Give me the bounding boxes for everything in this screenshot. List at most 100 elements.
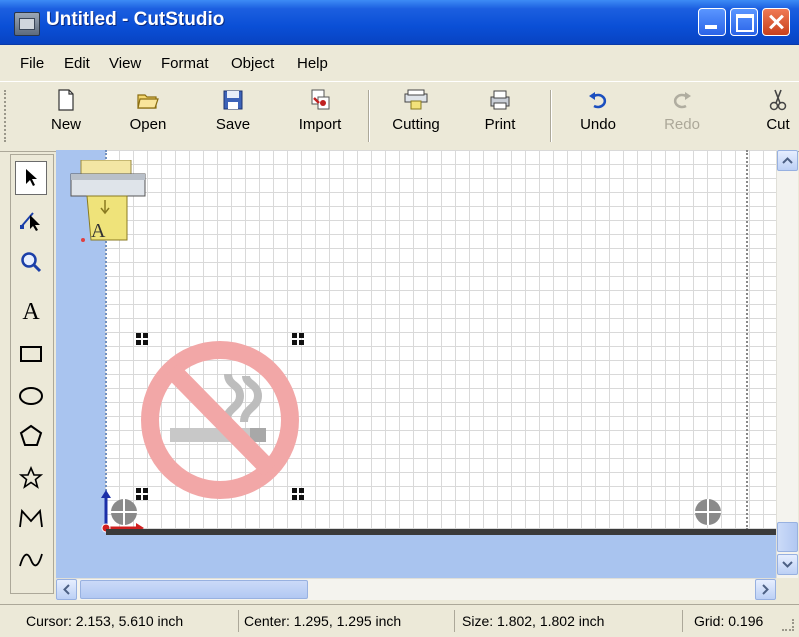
scrollbar-corner	[776, 578, 797, 599]
save-label: Save	[215, 116, 251, 133]
chevron-left-icon	[63, 584, 70, 595]
toolbar-grip[interactable]	[4, 90, 10, 142]
minimize-button[interactable]	[698, 8, 726, 36]
cut-label: Cut	[766, 116, 790, 133]
toolbar-separator	[368, 90, 370, 142]
crosshair-icon	[111, 499, 137, 525]
scroll-up-button[interactable]	[777, 150, 798, 171]
save-button[interactable]: Save	[205, 88, 261, 144]
object-size: Size: 1.802, 1.802 inch	[458, 610, 683, 632]
star-tool[interactable]	[15, 461, 47, 495]
polyline-tool[interactable]	[15, 501, 47, 535]
cutting-plotter-icon	[404, 89, 428, 110]
right-registration-mark	[694, 498, 722, 526]
vertical-scroll-thumb[interactable]	[777, 522, 798, 552]
sticker-letter: A	[91, 220, 106, 242]
save-disk-icon	[223, 90, 243, 110]
arrow-pointer-icon	[26, 169, 37, 186]
app-icon[interactable]	[14, 12, 40, 36]
import-label: Import	[298, 116, 342, 133]
open-label: Open	[129, 116, 167, 133]
new-button[interactable]: New	[38, 88, 94, 144]
redo-arrow-icon	[673, 92, 691, 109]
plotter-icon	[70, 159, 146, 242]
grid-size: Grid: 0.196	[694, 613, 764, 629]
close-button[interactable]	[762, 8, 790, 36]
ellipse-tool[interactable]	[15, 379, 47, 413]
menu-help[interactable]: Help	[297, 55, 328, 72]
horizontal-scrollbar[interactable]	[56, 578, 776, 600]
node-edit-tool[interactable]	[15, 203, 47, 237]
scroll-right-button[interactable]	[755, 579, 776, 600]
cursor-position: Cursor: 2.153, 5.610 inch	[22, 610, 239, 632]
undo-label: Undo	[580, 116, 616, 133]
menu-view[interactable]: View	[109, 55, 141, 72]
no-smoking-icon	[141, 341, 299, 499]
media-right-edge	[746, 150, 748, 530]
open-folder-icon	[137, 94, 159, 109]
curve-tool[interactable]	[15, 543, 47, 577]
print-label: Print	[484, 116, 516, 133]
status-bar: Cursor: 2.153, 5.610 inch Center: 1.295,…	[0, 604, 799, 637]
menu-object[interactable]: Object	[231, 55, 274, 72]
zoom-tool[interactable]	[15, 245, 47, 279]
printer-icon	[490, 90, 510, 110]
open-button[interactable]: Open	[120, 88, 176, 144]
chevron-up-icon	[782, 157, 793, 164]
undo-button[interactable]: Undo	[570, 88, 626, 144]
vertical-scrollbar[interactable]	[776, 150, 798, 578]
object-center: Center: 1.295, 1.295 inch	[240, 610, 455, 632]
toolbar-separator	[550, 90, 552, 142]
crosshair-icon	[695, 499, 721, 525]
new-document-icon	[58, 89, 74, 111]
polyline-icon	[19, 508, 43, 528]
text-tool[interactable]: A	[15, 295, 47, 329]
chevron-right-icon	[762, 584, 769, 595]
import-icon	[311, 89, 330, 110]
selection-handle-top-left[interactable]	[136, 333, 148, 345]
import-button[interactable]: Import	[288, 88, 352, 144]
cut-button[interactable]: Cut	[758, 88, 798, 144]
redo-button[interactable]: Redo	[654, 88, 710, 144]
polygon-tool[interactable]	[15, 419, 47, 453]
undo-arrow-icon	[589, 92, 607, 109]
window-title: Untitled - CutStudio	[46, 9, 225, 30]
selection-handle-top-right[interactable]	[292, 333, 304, 345]
title-bar[interactable]: Untitled - CutStudio	[0, 0, 799, 45]
cutstudio-window: Untitled - CutStudio File Edit View Form…	[0, 0, 799, 637]
tool-palette: A	[10, 154, 54, 594]
chevron-down-icon	[782, 561, 793, 568]
ellipse-icon	[19, 387, 43, 405]
pentagon-icon	[19, 424, 43, 446]
selection-handle-bottom-right[interactable]	[292, 488, 304, 500]
menu-file[interactable]: File	[20, 55, 44, 72]
toolbar: New Open Save Import Cutting Print Undo	[0, 81, 799, 152]
scroll-down-button[interactable]	[777, 554, 798, 575]
curve-icon	[19, 553, 43, 567]
menu-format[interactable]: Format	[161, 55, 209, 72]
handle-icon	[292, 333, 304, 345]
rectangle-tool[interactable]	[15, 337, 47, 371]
magnifier-icon	[21, 252, 42, 273]
resize-grip-icon[interactable]	[782, 619, 794, 631]
menu-bar: File Edit View Format Object Help	[0, 49, 799, 79]
menu-edit[interactable]: Edit	[64, 55, 90, 72]
cutting-label: Cutting	[392, 116, 440, 133]
new-label: New	[50, 116, 81, 133]
node-edit-icon	[20, 212, 40, 231]
star-icon	[19, 466, 43, 489]
media-bottom-edge	[106, 529, 776, 535]
cutting-button[interactable]: Cutting	[384, 88, 448, 144]
left-registration-mark	[110, 498, 138, 526]
cutting-preview-icon[interactable]: A	[69, 159, 149, 246]
scroll-left-button[interactable]	[56, 579, 77, 600]
select-tool[interactable]	[15, 161, 47, 195]
maximize-button[interactable]	[730, 8, 758, 36]
handle-icon	[292, 488, 304, 500]
rectangle-icon	[20, 346, 42, 362]
print-button[interactable]: Print	[472, 88, 528, 144]
redo-label: Redo	[664, 116, 700, 133]
drawing-workspace[interactable]: A	[56, 150, 776, 578]
no-smoking-graphic[interactable]	[140, 340, 300, 500]
horizontal-scroll-thumb[interactable]	[80, 580, 308, 599]
